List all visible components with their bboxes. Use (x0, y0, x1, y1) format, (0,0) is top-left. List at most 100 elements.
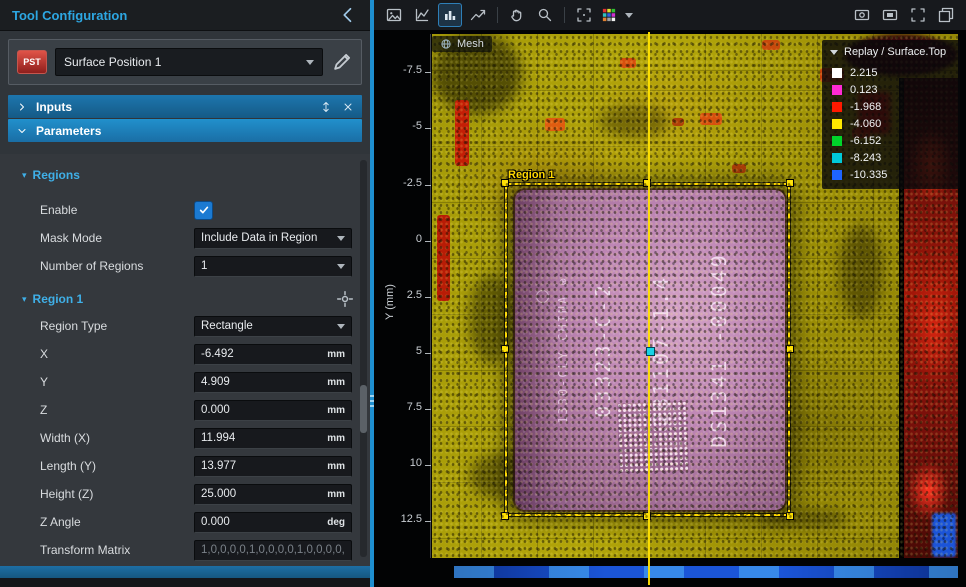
heightmap-view-button[interactable] (438, 3, 462, 27)
parameters-body: ▾ Regions Enable Mask Mode Include Data … (0, 154, 370, 566)
y-tick: 5 (378, 345, 422, 357)
focus-region-button[interactable] (336, 290, 354, 308)
toolbar-divider (497, 7, 498, 23)
parameters-section-header[interactable]: Parameters (8, 119, 362, 142)
surface-3d-icon (470, 7, 486, 23)
y-label: Y (40, 375, 194, 389)
height-patch-orange (762, 40, 780, 50)
y-input[interactable]: 4.909 mm (194, 372, 352, 393)
palette-icon (602, 8, 616, 22)
legend-item: -10.335 (822, 166, 960, 183)
layout-windows-button[interactable] (934, 3, 958, 27)
surface-3d-view-button[interactable] (466, 3, 490, 27)
collapse-all-icon[interactable] (342, 101, 354, 113)
section-header-actions (320, 101, 354, 113)
fit-expand-icon (576, 7, 592, 23)
image-view-button[interactable] (382, 3, 406, 27)
legend-swatch (832, 68, 842, 78)
pencil-icon (331, 51, 353, 73)
mask-mode-select[interactable]: Include Data in Region (194, 228, 352, 249)
z-value: 0.000 (201, 404, 323, 416)
x-input[interactable]: -6.492 mm (194, 344, 352, 365)
z-label: Z (40, 403, 194, 417)
profile-chart-icon (414, 7, 430, 23)
region-handle-top-right[interactable] (786, 179, 794, 187)
legend-item: 0.123 (822, 81, 960, 98)
collapse-panel-button[interactable] (338, 5, 358, 25)
legend-swatch (832, 170, 842, 180)
mesh-label: Mesh (457, 38, 484, 50)
number-of-regions-row: Number of Regions 1 (0, 252, 370, 280)
height-unit: mm (327, 489, 345, 500)
enable-checkbox[interactable] (194, 201, 213, 220)
profile-view-button[interactable] (410, 3, 434, 27)
snapshot-view-button[interactable] (850, 3, 874, 27)
panel-scrollbar[interactable] (360, 160, 367, 557)
length-input[interactable]: 13.977 mm (194, 456, 352, 477)
field-row: Region Type Rectangle (0, 312, 370, 340)
region-handle-bottom-right[interactable] (786, 512, 794, 520)
height-label: Height (Z) (40, 487, 194, 501)
height-input[interactable]: 25.000 mm (194, 484, 352, 505)
region-handle-bottom-left[interactable] (501, 512, 509, 520)
next-section-bar[interactable] (0, 566, 370, 578)
width-input[interactable]: 11.994 mm (194, 428, 352, 449)
scrollbar-thumb[interactable] (360, 385, 367, 433)
region-handle-mid-left[interactable] (501, 345, 509, 353)
transform-matrix-input[interactable]: 1,0,0,0,0,1,0,0,0,0,1,0,0,0,0,1 (194, 540, 352, 561)
inputs-section-header[interactable]: Inputs (8, 95, 362, 118)
mesh-toggle[interactable]: Mesh (432, 36, 492, 52)
legend-value: 0.123 (850, 84, 878, 96)
y-value: 4.909 (201, 376, 323, 388)
region-type-select[interactable]: Rectangle (194, 316, 352, 337)
panel-header: Tool Configuration (0, 0, 370, 31)
z-input[interactable]: 0.000 mm (194, 400, 352, 421)
alignment-line (648, 32, 650, 585)
number-of-regions-select[interactable]: 1 (194, 256, 352, 277)
legend-title: Replay / Surface.Top (844, 46, 946, 58)
region-overlay-label: Region 1 (508, 169, 554, 181)
height-patch-blue (932, 513, 956, 557)
colormap-button[interactable] (600, 3, 634, 27)
height-patch-red (455, 100, 469, 166)
region-handle-mid-right[interactable] (786, 345, 794, 353)
legend-swatch (832, 136, 842, 146)
pan-button[interactable] (505, 3, 529, 27)
region1-group-header[interactable]: ▾ Region 1 (0, 286, 370, 312)
transform-matrix-label: Transform Matrix (40, 543, 194, 557)
x-label: X (40, 347, 194, 361)
tool-selector: PST Surface Position 1 (8, 39, 362, 85)
panel-title: Tool Configuration (12, 8, 127, 23)
field-row: Z 0.000 mm (0, 396, 370, 424)
fit-view-button[interactable] (572, 3, 596, 27)
panel-footer (0, 578, 370, 587)
parameters-section-label: Parameters (36, 124, 101, 138)
inputs-section-label: Inputs (36, 100, 72, 114)
image-icon (386, 7, 402, 23)
tool-dropdown[interactable]: Surface Position 1 (55, 48, 323, 76)
length-unit: mm (327, 461, 345, 472)
record-view-button[interactable] (878, 3, 902, 27)
snapshot-icon (854, 7, 870, 23)
zoom-button[interactable] (533, 3, 557, 27)
chevron-down-icon (306, 60, 314, 65)
field-row: Length (Y) 13.977 mm (0, 452, 370, 480)
edit-tool-name-button[interactable] (331, 51, 353, 73)
y-tick: -2.5 (378, 177, 422, 189)
legend-item: -6.152 (822, 132, 960, 149)
fullscreen-button[interactable] (906, 3, 930, 27)
viewport-toolbar (374, 0, 966, 31)
legend-header[interactable]: Replay / Surface.Top (822, 40, 960, 64)
crosshair-target-icon (336, 290, 354, 308)
x-value: -6.492 (201, 348, 323, 360)
height-patch-red (437, 215, 450, 301)
y-tick: 7.5 (378, 401, 422, 413)
plot-area[interactable]: -7.5 -5 -2.5 0 2.5 5 7.5 10 12.5 Y (mm) (374, 30, 966, 587)
region-center-handle[interactable] (646, 347, 655, 356)
length-label: Length (Y) (40, 459, 194, 473)
height-patch-orange (672, 118, 684, 126)
regions-group-header[interactable]: ▾ Regions (0, 162, 370, 188)
expand-all-icon[interactable] (320, 101, 332, 113)
z-angle-label: Z Angle (40, 515, 194, 529)
z-angle-input[interactable]: 0.000 deg (194, 512, 352, 533)
